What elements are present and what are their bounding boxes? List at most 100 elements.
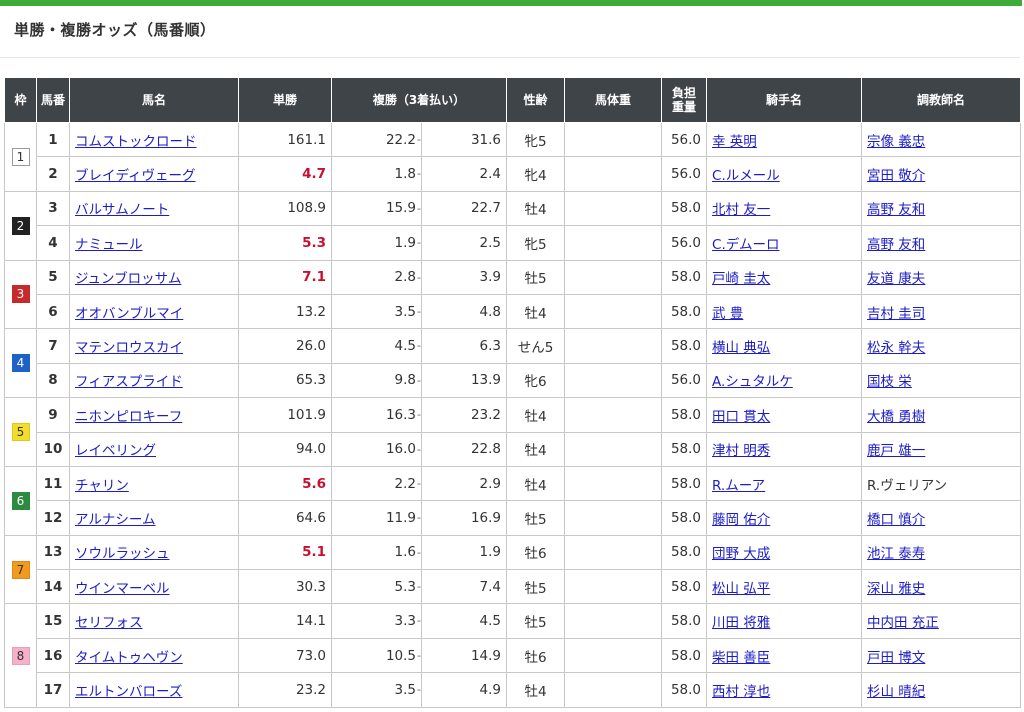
table-row: 8 フィアスプライド 65.3 9.8-13.9 牝6 56.0 A.シュタルケ 国枝 栄 xyxy=(5,362,1022,399)
header-sex-age: 性齢 xyxy=(506,77,566,123)
trainer-link[interactable]: 中内田 充正 xyxy=(867,615,939,631)
trainer-cell: 橋口 慎介 xyxy=(861,500,1022,536)
jockey-link[interactable]: A.シュタルケ xyxy=(712,374,793,390)
table-row: 5 9 ニホンピロキーフ 101.9 16.3-23.2 牡4 58.0 田口 貫太 大橋 勇樹 xyxy=(4,397,1022,467)
trainer-link[interactable]: 池江 泰寿 xyxy=(867,546,925,562)
jockey-link[interactable]: 西村 淳也 xyxy=(712,684,770,700)
horse-name-link[interactable]: フィアスプライド xyxy=(75,374,183,390)
win-odds: 161.1 xyxy=(238,121,332,158)
trainer-link[interactable]: 高野 友和 xyxy=(867,237,925,253)
carried-weight: 58.0 xyxy=(661,637,708,674)
jockey-link[interactable]: 武 豊 xyxy=(712,306,743,322)
waku-badge: 1 xyxy=(11,147,30,166)
sex-age: 牡5 xyxy=(506,259,566,295)
jockey-link[interactable]: 幸 英明 xyxy=(712,134,757,150)
horse-number: 9 xyxy=(36,397,70,433)
jockey-link[interactable]: 松山 弘平 xyxy=(712,581,770,597)
table-row: 2 ブレイディヴェーグ 4.7 1.8-2.4 牝4 56.0 C.ルメール 宮田 敬介 xyxy=(5,156,1022,192)
body-weight xyxy=(564,362,663,399)
jockey-link[interactable]: 川田 将雅 xyxy=(712,615,770,631)
trainer-link[interactable]: 国枝 栄 xyxy=(867,374,912,390)
jockey-cell: R.ムーア xyxy=(706,465,863,502)
place-odds-low-value: 4.5 xyxy=(394,338,416,355)
horse-name-link[interactable]: ソウルラッシュ xyxy=(75,546,170,562)
carried-weight: 58.0 xyxy=(661,465,708,502)
horse-name-link[interactable]: オオバンブルマイ xyxy=(75,306,183,322)
jockey-link[interactable]: 藤岡 佑介 xyxy=(712,512,770,528)
table-row: 8 15 セリフォス 14.1 3.3-4.5 牡5 58.0 川田 将雅 中内田 充正 xyxy=(4,603,1022,708)
trainer-link[interactable]: 友道 康夫 xyxy=(867,271,925,287)
body-weight xyxy=(564,328,663,364)
horse-name-link[interactable]: ニホンピロキーフ xyxy=(75,409,182,425)
page-title: 単勝・複勝オッズ（馬番順） xyxy=(14,21,216,39)
trainer-link[interactable]: 宮田 敬介 xyxy=(867,168,925,184)
horse-name-link[interactable]: アルナシーム xyxy=(75,512,155,528)
place-odds-low: 4.5- xyxy=(331,328,422,364)
jockey-link[interactable]: 北村 友一 xyxy=(712,202,770,218)
odds-table: 枠 馬番 馬名 単勝 複勝（3着払い） 性齢 馬体重 負担 重量 騎手名 調教師… xyxy=(4,77,1022,708)
place-odds-low: 16.3- xyxy=(331,397,422,433)
jockey-link[interactable]: C.デムーロ xyxy=(712,237,779,253)
place-odds-separator: - xyxy=(417,201,421,215)
trainer-link[interactable]: 松永 幹夫 xyxy=(867,340,925,356)
trainer-link[interactable]: 橋口 慎介 xyxy=(867,512,925,528)
carried-weight: 58.0 xyxy=(661,603,708,639)
jockey-link[interactable]: R.ムーア xyxy=(712,478,765,494)
odds-table-body: 1 1 コムストックロード 161.1 22.2-31.6 牝5 56.0 幸 英明 宗像 義忠… xyxy=(4,121,1022,708)
carried-weight: 56.0 xyxy=(661,225,708,261)
jockey-cell: 武 豊 xyxy=(706,293,863,330)
place-odds-high: 22.8 xyxy=(420,431,508,467)
horse-name-cell: オオバンブルマイ xyxy=(69,293,239,330)
trainer-cell: 国枝 栄 xyxy=(861,362,1022,399)
horse-name-link[interactable]: レイベリング xyxy=(75,443,156,459)
jockey-link[interactable]: 田口 貫太 xyxy=(712,409,770,425)
header-body-weight: 馬体重 xyxy=(564,77,663,123)
header-horse-name: 馬名 xyxy=(69,77,239,123)
jockey-link[interactable]: 団野 大成 xyxy=(712,546,770,562)
trainer-cell: 松永 幹夫 xyxy=(861,328,1022,364)
header-umaban: 馬番 xyxy=(36,77,70,123)
horse-name-link[interactable]: ジュンブロッサム xyxy=(75,271,181,287)
horse-name-link[interactable]: バルサムノート xyxy=(75,202,169,218)
jockey-link[interactable]: 柴田 善臣 xyxy=(712,650,770,666)
horse-name-link[interactable]: コムストックロード xyxy=(75,134,197,150)
horse-name-link[interactable]: ナミュール xyxy=(75,237,143,253)
sex-age: 牡5 xyxy=(506,569,566,605)
trainer-link[interactable]: 高野 友和 xyxy=(867,202,925,218)
horse-name-link[interactable]: タイムトゥヘヴン xyxy=(75,650,183,666)
jockey-link[interactable]: 横山 典弘 xyxy=(712,340,770,356)
horse-number: 12 xyxy=(36,500,70,536)
place-odds-low-value: 15.9 xyxy=(385,200,416,217)
sex-age: 牡5 xyxy=(506,603,566,639)
sex-age: 牡4 xyxy=(506,190,566,227)
trainer-link[interactable]: 鹿戸 雄一 xyxy=(867,443,925,459)
horse-name-link[interactable]: ブレイディヴェーグ xyxy=(75,168,196,184)
place-odds-low: 15.9- xyxy=(331,190,422,227)
jockey-cell: 北村 友一 xyxy=(706,190,863,227)
win-odds: 14.1 xyxy=(238,603,332,639)
waku-cell: 5 xyxy=(4,397,37,467)
trainer-link[interactable]: 吉村 圭司 xyxy=(867,306,925,322)
trainer-link[interactable]: 宗像 義忠 xyxy=(867,134,925,150)
sex-age: 牡6 xyxy=(506,637,566,674)
jockey-link[interactable]: 津村 明秀 xyxy=(712,443,770,459)
trainer-link[interactable]: 大橋 勇樹 xyxy=(867,409,925,425)
place-odds-high: 2.5 xyxy=(420,225,508,261)
waku-cell: 8 xyxy=(4,603,37,708)
trainer-link[interactable]: 戸田 博文 xyxy=(867,650,925,666)
horse-name-link[interactable]: エルトンバローズ xyxy=(75,684,182,700)
trainer-link[interactable]: 深山 雅史 xyxy=(867,581,925,597)
trainer-link[interactable]: 杉山 晴紀 xyxy=(867,684,925,700)
place-odds-high: 3.9 xyxy=(420,259,508,295)
horse-name-link[interactable]: マテンロウスカイ xyxy=(75,340,183,356)
waku-badge: 8 xyxy=(11,646,30,665)
table-row: 3 5 ジュンブロッサム 7.1 2.8-3.9 牡5 58.0 戸崎 圭太 友道 康夫 xyxy=(4,259,1022,330)
jockey-cell: C.ルメール xyxy=(706,156,863,192)
horse-name-link[interactable]: チャリン xyxy=(75,478,129,494)
place-odds-low-value: 3.3 xyxy=(394,613,416,630)
jockey-link[interactable]: 戸崎 圭太 xyxy=(712,271,770,287)
jockey-link[interactable]: C.ルメール xyxy=(712,168,780,184)
horse-name-link[interactable]: セリフォス xyxy=(75,615,143,631)
horse-number: 16 xyxy=(36,637,70,674)
horse-name-link[interactable]: ウインマーベル xyxy=(75,581,170,597)
